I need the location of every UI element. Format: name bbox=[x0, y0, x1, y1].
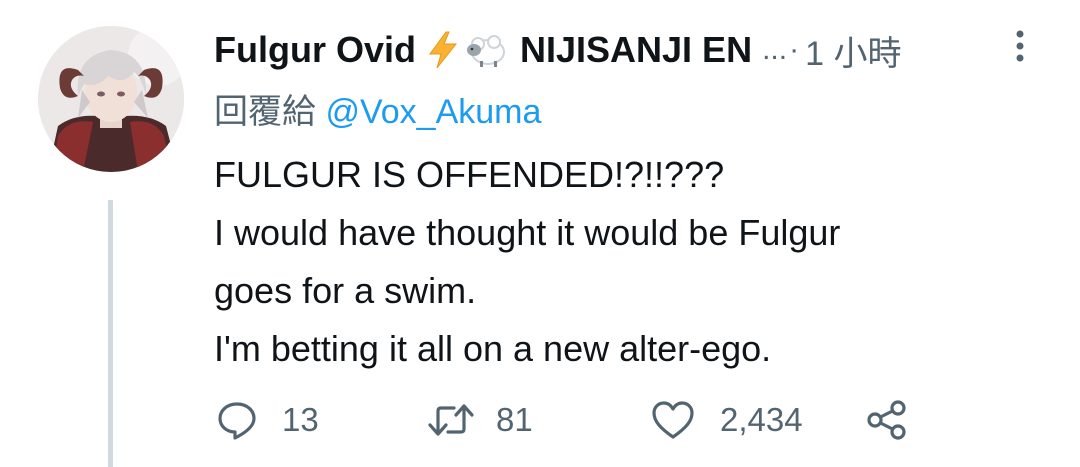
timestamp[interactable]: 1 小時 bbox=[805, 26, 901, 75]
display-name-affiliation[interactable]: NIJISANJI EN bbox=[520, 29, 752, 71]
reply-icon bbox=[218, 402, 256, 440]
retweet-count: 81 bbox=[496, 401, 533, 438]
tweet-text-line: goes for a swim. bbox=[214, 270, 477, 311]
avatar-image bbox=[38, 26, 184, 172]
reply-button[interactable]: 13 bbox=[216, 392, 319, 448]
tweet-actions: 13 81 2,434 bbox=[214, 392, 974, 452]
tweet-text-line: I would have thought it would be Fulgur bbox=[214, 212, 841, 253]
replying-to: 回覆給 @Vox_Akuma bbox=[214, 84, 541, 133]
separator-dot: · bbox=[789, 33, 800, 66]
like-button[interactable]: 2,434 bbox=[650, 392, 803, 448]
tweet-header: Fulgur Ovid NIJISANJI EN ... · 1 小時 bbox=[214, 24, 1014, 76]
retweet-icon bbox=[428, 404, 474, 436]
like-count: 2,434 bbox=[720, 401, 803, 438]
reply-handle-link[interactable]: @Vox_Akuma bbox=[325, 93, 541, 131]
name-truncation-ellipsis: ... bbox=[762, 33, 788, 66]
name-emojis bbox=[426, 30, 508, 70]
tweet-text: FULGUR IS OFFENDED!?!!??? I would have t… bbox=[214, 146, 1034, 378]
display-name[interactable]: Fulgur Ovid bbox=[214, 29, 416, 71]
heart-icon bbox=[652, 401, 694, 439]
more-vertical-icon[interactable] bbox=[1010, 26, 1030, 70]
share-icon bbox=[867, 400, 906, 440]
retweet-button[interactable]: 81 bbox=[426, 392, 533, 448]
share-button[interactable] bbox=[864, 392, 910, 448]
tweet-text-line: FULGUR IS OFFENDED!?!!??? bbox=[214, 154, 725, 195]
reply-count: 13 bbox=[282, 401, 319, 438]
sheep-emoji bbox=[467, 35, 505, 67]
tweet[interactable]: Fulgur Ovid NIJISANJI EN ... · 1 小時 回覆給 … bbox=[0, 0, 1080, 467]
replying-to-label: 回覆給 bbox=[214, 93, 316, 131]
thread-line bbox=[108, 200, 113, 467]
avatar[interactable] bbox=[38, 26, 184, 172]
tweet-text-line: I'm betting it all on a new alter-ego. bbox=[214, 328, 772, 369]
lightning-emoji bbox=[429, 31, 458, 69]
